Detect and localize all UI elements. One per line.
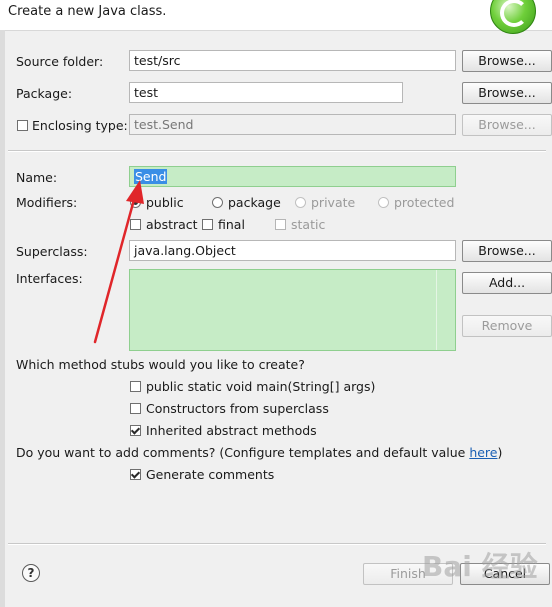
annotation-arrow-icon — [93, 180, 144, 344]
